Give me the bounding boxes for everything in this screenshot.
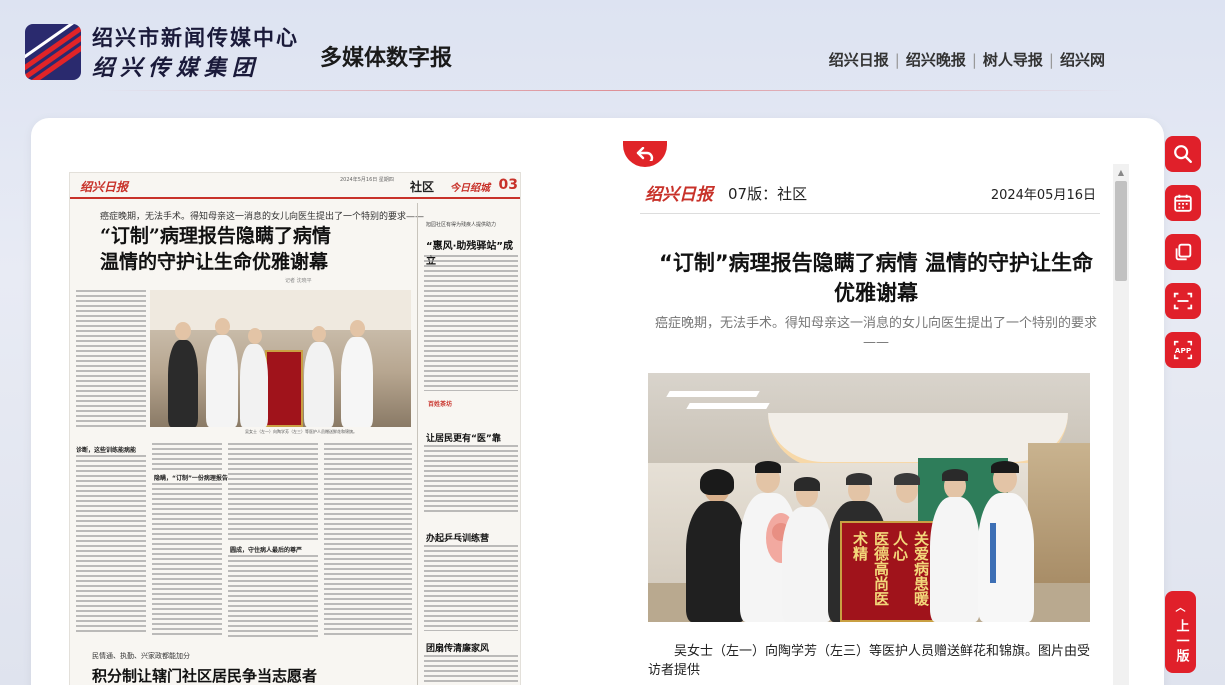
header-divider <box>100 90 1125 91</box>
article-date: 2024年05月16日 <box>990 188 1096 203</box>
banner-text-left: 医德高尚医术精 <box>851 531 890 606</box>
paper-lead: 癌症晚期，无法手术。得知母亲这一消息的女儿向医生提出了一个特别的要求—— <box>100 212 425 222</box>
copy-icon <box>1175 243 1192 261</box>
search-button[interactable] <box>1165 136 1201 172</box>
paper-column-divider <box>417 203 418 685</box>
site-header: 绍兴市新闻传媒中心 绍兴传媒集团 多媒体数字报 绍兴日报 | 绍兴晚报 | 树人… <box>0 0 1225 95</box>
scroll-thumb[interactable] <box>1115 181 1127 281</box>
paper-side-title[interactable]: 办起乒乓训练营 <box>426 531 489 544</box>
article-subtitle: 癌症晚期，无法手术。得知母亲这一消息的女儿向医生提出了一个特别的要求—— <box>654 316 1097 350</box>
search-icon <box>1174 145 1192 163</box>
site-title: 多媒体数字报 <box>320 46 453 71</box>
paper-section-tag: 今日绍城 <box>450 183 490 194</box>
back-arrow-icon <box>636 147 654 161</box>
paper-bottom-headline[interactable]: 积分制让辖门社区居民争当志愿者 <box>92 665 317 685</box>
media-center-logo-icon[interactable] <box>25 24 81 80</box>
nav-separator: | <box>971 50 977 69</box>
paper-side-lead: 旭园社区有得为残疾人提供助力 <box>426 222 497 228</box>
copy-button[interactable] <box>1165 234 1201 270</box>
paper-side-title[interactable]: 团扇传清廉家风 <box>426 641 489 654</box>
chevron-up-icon: ︿ <box>1175 602 1186 614</box>
newspaper-page[interactable]: 绍兴日报 2024年5月16日 星期四 社区 今日绍城 03 癌症晚期，无法手术… <box>69 172 521 685</box>
app-icon: APP <box>1173 340 1193 360</box>
paper-text-column <box>76 290 146 427</box>
group-name: 绍兴传媒集团 <box>92 55 261 81</box>
paper-photo-caption: 吴女士（左一）向陶学芳（左三）等医护人员赠送鲜花和锦旗。 <box>245 429 357 434</box>
paper-text-column <box>424 255 518 391</box>
paper-text-column <box>228 443 318 543</box>
paper-text-column <box>228 555 318 637</box>
paper-text-column <box>76 455 146 635</box>
nav-separator: | <box>894 50 900 69</box>
scan-button[interactable] <box>1165 283 1201 319</box>
paper-text-column <box>424 445 518 515</box>
paper-bottom-lead: 民情通、执勤、兴家政都能加分 <box>92 652 190 660</box>
paper-byline: 记者 沈晓平 <box>285 278 312 284</box>
paper-subhead: 圆成，守住病人最后的尊严 <box>230 547 303 554</box>
article-photo[interactable]: 医德高尚医术精 关爱病患暖人心 <box>648 373 1090 622</box>
nav-separator: | <box>1048 50 1054 69</box>
calendar-icon <box>1174 194 1192 212</box>
previous-page-button[interactable]: ︿ 上一版 <box>1165 591 1196 673</box>
paper-text-column <box>424 655 518 685</box>
paper-text-column <box>324 443 412 638</box>
paper-headline[interactable]: “订制”病理报告隐瞒了病情 温情的守护让生命优雅谢幕 <box>100 223 420 275</box>
top-nav: 绍兴日报 | 绍兴晚报 | 树人导报 | 绍兴网 <box>829 49 1105 70</box>
calendar-button[interactable] <box>1165 185 1201 221</box>
paper-brand: 绍兴日报 <box>80 180 129 194</box>
paper-text-column <box>152 483 222 638</box>
scroll-up-arrow-icon[interactable]: ▲ <box>1113 164 1129 180</box>
article-panel: 绍兴日报 07版：社区 2024年05月16日 “订制”病理报告隐瞒了病情 温情… <box>640 172 1110 685</box>
paper-headline-line1[interactable]: “订制”病理报告隐瞒了病情 <box>100 223 420 249</box>
nav-link-shuren-daobao[interactable]: 树人导报 <box>983 49 1043 70</box>
paper-side-tag: 百姓茶坊 <box>428 401 453 408</box>
scan-icon <box>1173 292 1193 310</box>
article-brand: 绍兴日报 <box>645 185 713 205</box>
paper-page-number: 03 <box>498 177 518 193</box>
article-header: 绍兴日报 07版：社区 2024年05月16日 <box>640 172 1100 214</box>
banner-text-right: 关爱病患暖人心 <box>891 531 930 606</box>
silk-banner: 医德高尚医术精 关爱病患暖人心 <box>840 521 936 622</box>
previous-page-label: 上一版 <box>1173 618 1189 664</box>
article-title: “订制”病理报告隐瞒了病情 温情的守护让生命优雅谢幕 <box>659 251 1093 305</box>
org-name: 绍兴市新闻传媒中心 <box>92 25 299 50</box>
paper-headline-line2[interactable]: 温情的守护让生命优雅谢幕 <box>100 249 420 275</box>
paper-text-column <box>424 545 518 631</box>
paper-text-column <box>152 443 222 473</box>
paper-date: 2024年5月16日 星期四 <box>340 177 394 183</box>
paper-subhead: 隐瞒，“订制”一份病理报告 <box>154 475 228 482</box>
paper-side-title[interactable]: 让居民更有“医”靠 <box>426 431 501 444</box>
nav-link-shaoxing-net[interactable]: 绍兴网 <box>1060 49 1105 70</box>
article-photo-caption: 吴女士（左一）向陶学芳（左三）等医护人员赠送鲜花和锦旗。图片由受访者提供 <box>648 644 1091 678</box>
article-scrollbar[interactable]: ▲ <box>1113 164 1129 685</box>
paper-subhead: 诊断，这些训练能病能 <box>76 447 137 454</box>
article-page-label: 07版：社区 <box>728 185 808 203</box>
nav-link-shaoxing-evening[interactable]: 绍兴晚报 <box>906 49 966 70</box>
app-button[interactable]: APP <box>1165 332 1201 368</box>
nav-link-shaoxing-daily[interactable]: 绍兴日报 <box>829 49 889 70</box>
app-label: APP <box>1175 346 1192 355</box>
paper-photo[interactable] <box>150 290 411 427</box>
paper-section: 社区 <box>410 180 435 194</box>
